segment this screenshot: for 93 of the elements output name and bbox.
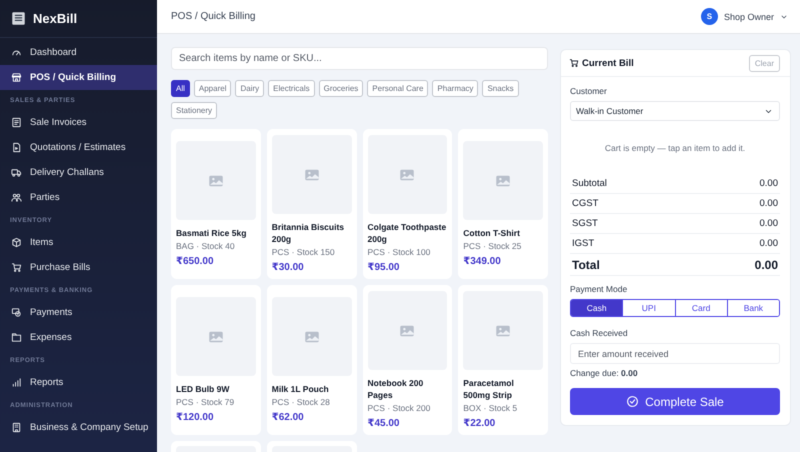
box-icon (11, 237, 22, 248)
product-card[interactable]: Colgate Toothpaste 200g PCS · Stock 100 ₹95.00 (362, 129, 452, 279)
search-field[interactable]: Search items by name or SKU... (171, 47, 548, 70)
bar-chart-icon (11, 377, 22, 388)
summary-label: IGST (572, 238, 594, 249)
summary-value: 0.00 (760, 178, 778, 189)
nav-item[interactable]: POS / Quick Billing (0, 65, 157, 90)
product-name: Cotton T-Shirt (463, 227, 521, 239)
building-icon (11, 422, 22, 433)
product-card[interactable]: Britannia Biscuits 200g PCS · Stock 150 ₹30.00 (266, 129, 356, 279)
category-chip[interactable]: Electricals (268, 80, 315, 97)
product-price: ₹62.00 (272, 412, 305, 423)
product-card[interactable]: Notebook 200 Pages PCS · Stock 200 ₹45.00 (362, 285, 452, 435)
product-card[interactable]: Paracetamol 500mg Strip BOX · Stock 5 ₹22.00 (458, 285, 548, 435)
product-name: Notebook 200 Pages (368, 377, 424, 401)
category-chip[interactable]: All (171, 80, 190, 97)
product-meta: BOX · Stock 5 (463, 403, 518, 413)
product-card[interactable]: Cotton T-Shirt PCS · Stock 25 ₹349.00 (458, 129, 548, 279)
nav-item[interactable]: Payments (0, 300, 157, 325)
category-chip[interactable]: Pharmacy (432, 80, 478, 97)
product-meta: PCS · Stock 25 (463, 241, 522, 251)
nav-item[interactable]: Expenses (0, 325, 157, 350)
product-price: ₹30.00 (272, 262, 305, 273)
product-price: ₹650.00 (176, 256, 215, 267)
payment-mode-tab[interactable]: Bank (726, 300, 779, 316)
product-name: Paracetamol 500mg Strip (463, 377, 515, 401)
product-meta: PCS · Stock 100 (368, 247, 432, 257)
field-label: Cash Received (570, 328, 629, 338)
product-price: ₹120.00 (176, 412, 215, 423)
money-icon (11, 307, 22, 318)
product-name: Britannia Biscuits 200g (272, 221, 346, 245)
product-card[interactable]: Milk 1L Pouch PCS · Stock 28 ₹62.00 (266, 285, 356, 435)
empty-cart-message: Cart is empty — tap an item to add it. (604, 143, 746, 153)
payment-mode-tab[interactable]: Cash (571, 300, 622, 316)
nav-item[interactable]: Parties (0, 185, 157, 210)
product-meta: PCS · Stock 150 (272, 247, 336, 257)
store-icon (11, 72, 22, 83)
nav-item[interactable]: Purchase Bills (0, 255, 157, 280)
user-name[interactable]: Shop Owner (724, 12, 774, 22)
folder-icon (11, 332, 22, 343)
bill-title: Current Bill (582, 58, 634, 68)
field-label: Payment Mode (570, 284, 628, 294)
product-meta: PCS · Stock 200 (368, 403, 432, 413)
nav-item[interactable]: Items (0, 230, 157, 255)
product-meta: PCS · Stock 79 (176, 397, 236, 407)
nav-item[interactable]: Sale Invoices (0, 110, 157, 135)
cash-input[interactable]: Enter amount received (570, 343, 780, 364)
product-price: ₹349.00 (463, 256, 502, 267)
nav-item[interactable]: Dashboard (0, 40, 157, 65)
product-card[interactable]: LED Bulb 9W PCS · Stock 79 ₹120.00 (171, 285, 261, 435)
product-meta: PCS · Stock 28 (272, 397, 331, 407)
product-name: Basmati Rice 5kg (176, 227, 248, 239)
nav-item[interactable]: Reports (0, 370, 157, 395)
cart-icon (11, 262, 22, 273)
category-chip[interactable]: Dairy (235, 80, 264, 97)
product-price: ₹95.00 (368, 262, 400, 273)
total-value: 0.00 (754, 258, 778, 272)
user-avatar[interactable]: S (700, 8, 718, 25)
nav-item[interactable]: Quotations / Estimates (0, 135, 157, 160)
nav-item[interactable]: Business & Company Setup (0, 415, 157, 440)
category-chip[interactable]: Personal Care (367, 80, 428, 97)
document-icon (11, 142, 22, 153)
summary-label: Subtotal (572, 178, 607, 189)
product-name: Milk 1L Pouch (272, 383, 330, 395)
summary-value: 0.00 (760, 198, 778, 209)
product-price: ₹22.00 (463, 418, 496, 429)
check-circle-icon (626, 395, 640, 408)
category-chip[interactable]: Apparel (194, 80, 232, 97)
customer-select[interactable]: Walk-in Customer (570, 101, 780, 121)
category-chip[interactable]: Stationery (171, 102, 218, 119)
product-name: LED Bulb 9W (176, 383, 230, 395)
product-name: Colgate Toothpaste 200g (368, 221, 448, 245)
change-due-text: Change due: 0.00 (570, 368, 639, 378)
product-meta: BAG · Stock 40 (176, 241, 236, 251)
product-price: ₹45.00 (368, 418, 400, 429)
truck-icon (11, 167, 22, 178)
invoice-icon (11, 117, 22, 128)
total-label: Total (572, 258, 600, 272)
users-icon (11, 192, 22, 203)
field-label: Customer (570, 86, 608, 96)
summary-value: 0.00 (760, 238, 778, 249)
category-chip[interactable]: Snacks (482, 80, 519, 97)
summary-label: SGST (572, 218, 598, 229)
brand-name: NexBill (33, 11, 78, 26)
breadcrumb: POS / Quick Billing (171, 11, 256, 22)
cart-icon (569, 58, 579, 68)
summary-value: 0.00 (760, 218, 778, 229)
category-chip[interactable]: Groceries (318, 80, 364, 97)
invoice-icon (11, 11, 26, 26)
product-card[interactable]: Basmati Rice 5kg BAG · Stock 40 ₹650.00 (171, 129, 261, 279)
complete-sale-button[interactable]: Complete Sale (570, 388, 780, 415)
nav-item[interactable]: Delivery Challans (0, 160, 157, 185)
summary-label: CGST (572, 198, 598, 209)
